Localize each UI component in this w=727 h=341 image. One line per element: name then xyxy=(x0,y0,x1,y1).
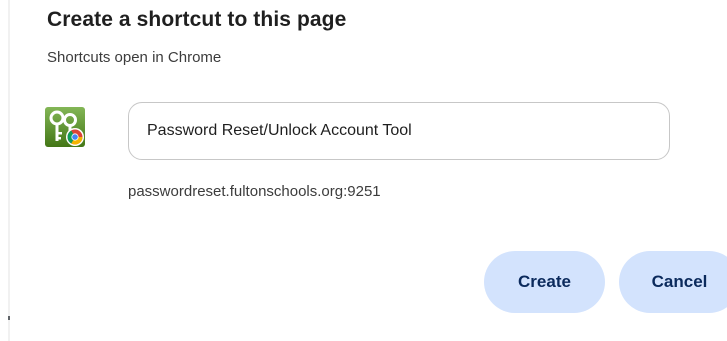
create-shortcut-dialog: Create a shortcut to this page Shortcuts… xyxy=(0,0,727,341)
chrome-badge-icon xyxy=(66,128,84,146)
cancel-button[interactable]: Cancel xyxy=(619,251,727,313)
shortcut-url: passwordreset.fultonschools.org:9251 xyxy=(128,183,381,200)
shortcut-name-input[interactable] xyxy=(128,102,670,160)
dialog-subtitle: Shortcuts open in Chrome xyxy=(47,49,222,66)
keys-app-icon xyxy=(45,107,85,147)
dialog-title: Create a shortcut to this page xyxy=(47,8,347,31)
window-edge xyxy=(8,0,10,341)
resize-grip xyxy=(8,316,10,320)
create-button[interactable]: Create xyxy=(484,251,605,313)
